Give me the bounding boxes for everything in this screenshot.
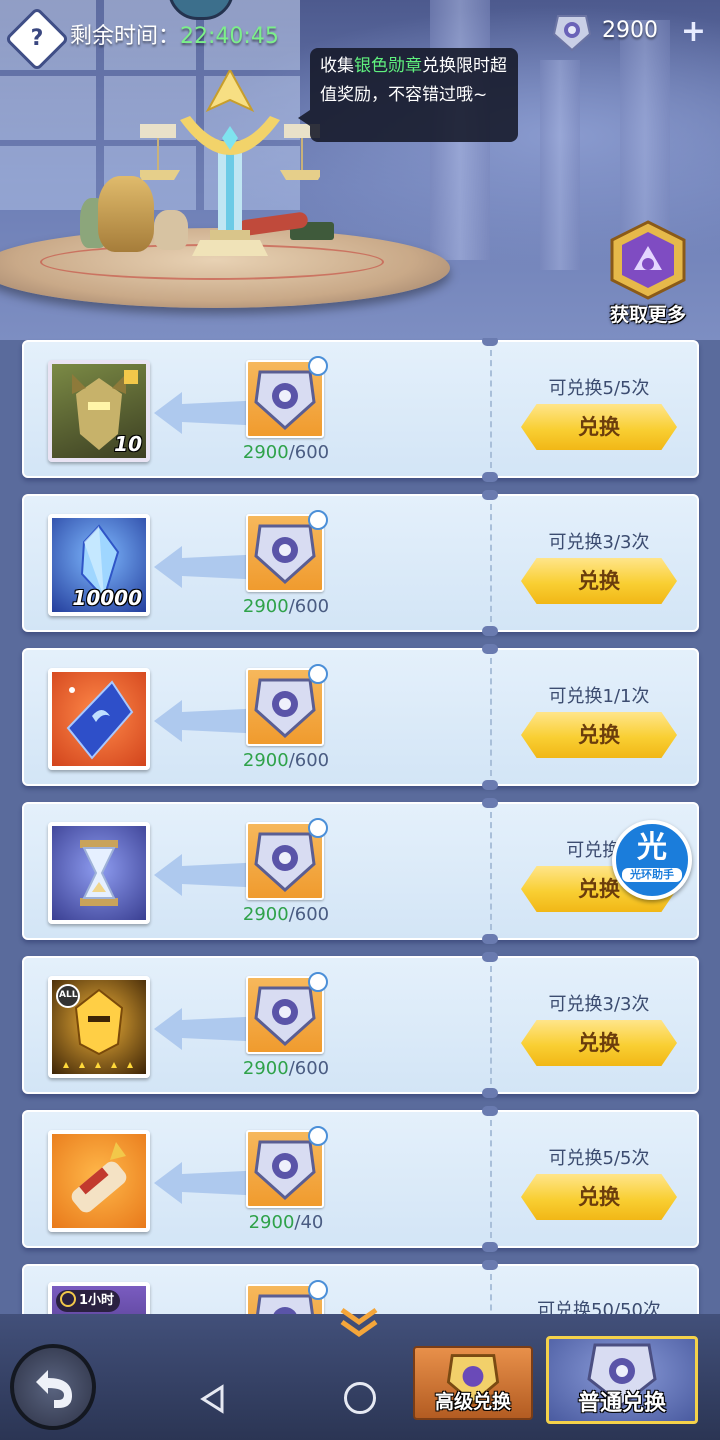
exchange-list[interactable]: 10 2900/600 可兑换5/5次 兑换 10000 2900/600 可兑… [0,338,720,1318]
helper-floating-button[interactable]: 光 光环助手 [612,820,692,900]
hourglass-icon[interactable] [48,822,150,924]
time-item-icon[interactable]: 1小时 [48,1282,150,1318]
tab-normal-exchange[interactable]: 普通兑换 [546,1336,698,1424]
exchange-button[interactable]: 兑换 [521,712,677,758]
tooltip-text-pre: 收集 [320,56,354,76]
clock-icon [60,1291,76,1307]
exchange-card: ALL 2900/600 可兑换3/3次 兑换 [22,952,699,1098]
exchange-card: 2900/600 可兑换1 兑换 [22,798,699,944]
clock-icon [308,510,328,530]
remaining-count: 可兑换3/3次 [548,994,650,1015]
exchange-card: 10 2900/600 可兑换5/5次 兑换 [22,338,699,482]
banner-scene: ? 剩余时间：22:40:45 2900 + 收集银色勋章兑换限时超值奖励，不容… [0,0,720,340]
tab-advanced-exchange[interactable]: 高级兑换 [413,1346,533,1420]
silver-medal-cost-icon [246,818,328,900]
silver-medal-cost-icon [246,664,328,746]
item-badge: ALL [59,990,78,1000]
cost-text: 2900/600 [242,904,330,925]
scroll-down-chevron-icon[interactable] [338,1306,380,1340]
exchange-card: 2900/40 可兑换5/5次 兑换 [22,1106,699,1252]
clock-icon [308,1126,328,1146]
exchange-card: 10000 2900/600 可兑换3/3次 兑换 [22,490,699,636]
currency-bar: 2900 + [552,12,712,52]
tooltip-bubble: 收集银色勋章兑换限时超值奖励，不容错过哦~ [298,48,518,142]
get-more-button[interactable]: 获取更多 [600,220,696,330]
cost-text: 2900/40 [248,1212,324,1233]
silver-medal-cost-icon [246,1126,328,1208]
get-more-label: 获取更多 [609,304,686,326]
system-back-icon[interactable] [198,1384,228,1414]
timer-label: 剩余时间： [70,24,181,49]
cost-text: 2900/600 [242,596,330,617]
remaining-count: 可兑换3/3次 [548,532,650,553]
tab-advanced-label: 高级兑换 [434,1391,511,1413]
cost-text: 2900/600 [242,442,330,463]
remaining-count: 可兑换5/5次 [548,378,650,399]
silver-medal-cost-icon [246,972,328,1054]
currency-amount: 2900 [602,18,658,43]
exchange-card: 2900/600 可兑换1/1次 兑换 [22,644,699,790]
item-badge: 1小时 [79,1293,115,1308]
scroll-icon[interactable] [48,1130,150,1232]
clock-icon [308,818,328,838]
exchange-button[interactable]: 兑换 [521,1174,677,1220]
back-button[interactable] [10,1344,96,1430]
hero-fragment-icon[interactable]: 10 [48,360,150,462]
helper-label: 光环助手 [622,868,682,882]
clock-icon [308,356,328,376]
system-home-icon[interactable] [344,1382,376,1414]
purple-emblem-icon [610,220,686,300]
scales-trophy-icon [140,70,320,256]
cost-text: 2900/600 [242,1058,330,1079]
item-quantity: 10000 [72,586,142,610]
remaining-count: 可兑换5/5次 [548,1148,650,1169]
blue-gem-icon[interactable] [48,668,150,770]
silver-medal-icon [552,15,592,52]
exchange-button[interactable]: 兑换 [521,404,677,450]
blue-crystal-icon[interactable]: 10000 [48,514,150,616]
exchange-button[interactable]: 兑换 [521,558,677,604]
silver-medal-cost-icon [246,356,328,438]
tooltip-highlight: 银色勋章 [354,56,422,76]
timer-value: 22:40:45 [180,24,279,49]
item-quantity: 10 [114,432,142,456]
back-arrow-icon [36,1370,72,1408]
countdown-timer: 剩余时间：22:40:45 [70,18,279,50]
silver-medal-cost-icon [246,510,328,592]
add-currency-button[interactable]: + [681,14,706,49]
cost-text: 2900/600 [242,750,330,771]
golden-helmet-icon[interactable]: ALL [48,976,150,1078]
clock-icon [308,664,328,684]
remaining-count: 可兑换1/1次 [548,686,650,707]
clock-icon [308,972,328,992]
clock-icon [308,1280,328,1300]
exchange-button[interactable]: 兑换 [521,1020,677,1066]
silver-medal-cost-icon [246,1280,328,1318]
helper-glyph: 光 [637,830,667,865]
tab-normal-label: 普通兑换 [577,1391,666,1416]
